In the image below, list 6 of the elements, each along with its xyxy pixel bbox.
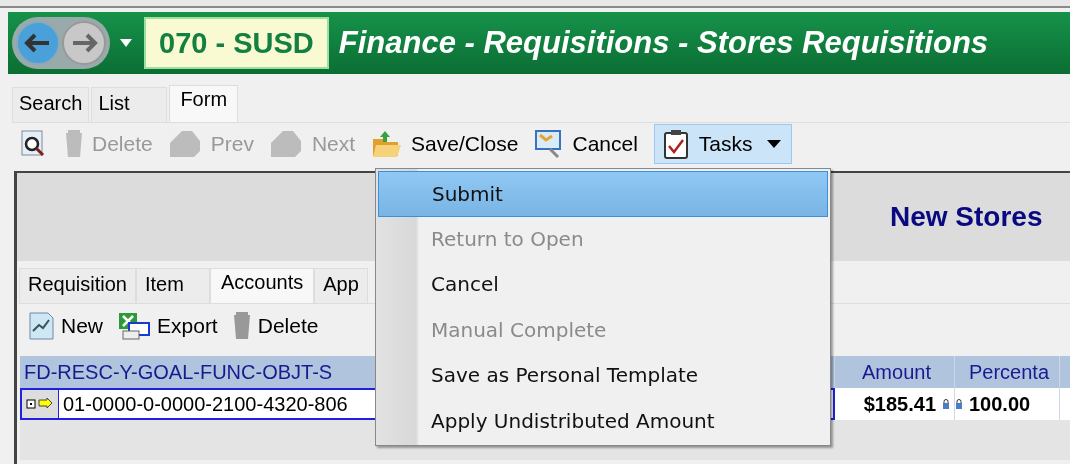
table-cell: 100.00 [969, 392, 1031, 416]
window-title: Finance - Requisitions - Stores Requisitions [338, 25, 989, 61]
table-cell: $185.41 [863, 392, 936, 416]
form-title: New Stores [890, 201, 1044, 233]
company-code: 070 - SUSD [144, 17, 329, 69]
table-cell: 01-0000-0-0000-2100-4320-806 [63, 392, 348, 416]
